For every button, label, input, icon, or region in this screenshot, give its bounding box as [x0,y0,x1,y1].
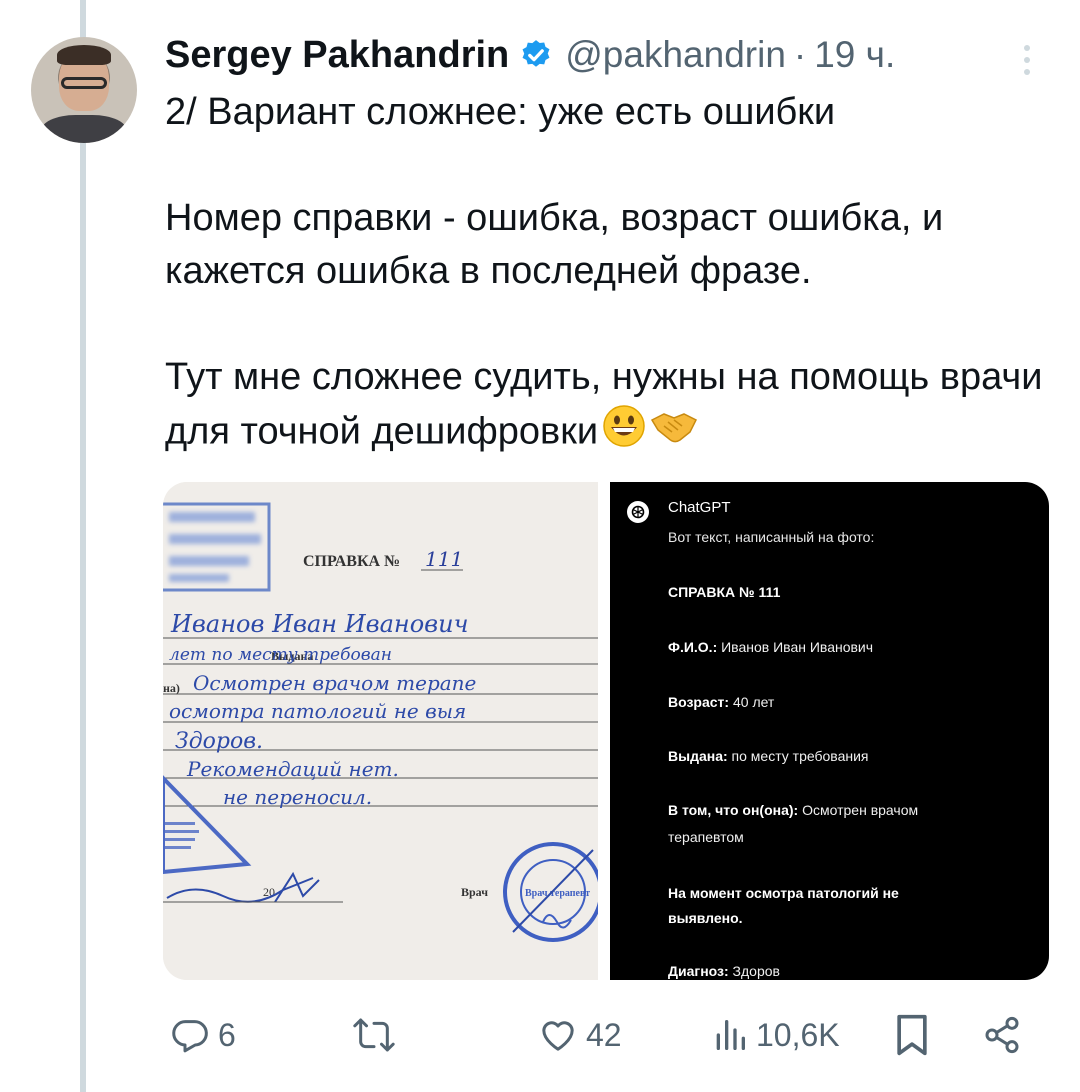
share-icon [985,1016,1019,1054]
ocr-line-5-label: В том, что он(она): [668,802,799,818]
stamp-text: Врач терапевт [525,888,590,899]
ocr-line-2-value: Иванов Иван Иванович [717,639,874,655]
bookmark-button[interactable] [893,1000,931,1070]
handshake-icon [650,406,698,461]
separator-dot: · [793,34,807,75]
bookmark-icon [897,1014,927,1056]
ocr-line-6-value: терапевтом [668,829,744,845]
handwriting-line-2: лет по месту требован [169,645,392,665]
ocr-line-4: Выдана: по месту требования [668,748,869,764]
ocr-line-4-label: Выдана: [668,748,728,764]
label-doctor: Врач [461,885,488,899]
avatar[interactable] [31,37,137,143]
handwriting-line-3: Осмотрен врачом терапе [193,671,476,695]
reply-count: 6 [218,1016,236,1053]
ocr-line-1-label: СПРАВКА № 111 [668,584,781,600]
certificate-drawing: СПРАВКА № 111 Выдана на) Иванов Иван Ива… [163,482,603,980]
heart-icon [542,1021,574,1051]
ocr-line-8-label: выявлено. [668,910,743,926]
handwritten-number: 111 [425,547,463,571]
chatgpt-app-name: ChatGPT [668,499,731,516]
tweet-header: Sergey Pakhandrin @pakhandrin · 19 ч. [165,30,895,80]
ocr-line-5-value: Осмотрен врачом [798,802,919,818]
chatgpt-intro: Вот текст, написанный на фото: [668,529,875,545]
handwriting-line-7: не переносил. [223,785,372,809]
form-title: СПРАВКА № [303,553,400,570]
ocr-line-3-value: 40 лет [729,694,775,710]
chatgpt-screenshot[interactable]: ChatGPT Вот текст, написанный на фото: С… [610,482,1049,980]
handwriting-line-5: Здоров. [175,729,263,754]
like-count: 42 [586,1016,622,1053]
handwriting-line-6: Рекомендаций нет. [186,757,399,781]
views-count: 10,6K [756,1016,840,1053]
ocr-line-4-value: по месту требования [727,748,869,764]
grinning-face-icon [602,404,646,463]
author-name[interactable]: Sergey Pakhandrin [165,34,509,77]
ocr-line-2-label: Ф.И.О.: [668,639,718,655]
action-bar: 6 42 10,6K [0,1000,1080,1070]
ocr-line-7-label: На момент осмотра патологий не [668,885,899,901]
ocr-line-6: терапевтом [668,829,744,845]
tweet-paragraph-3: Тут мне сложнее судить, нужны на помощь … [165,351,1045,463]
more-options-icon[interactable] [1020,40,1034,80]
media-container[interactable]: СПРАВКА № 111 Выдана на) Иванов Иван Ива… [163,482,1049,980]
thread-line [80,0,86,1092]
views-icon [716,1020,745,1050]
ocr-line-3-label: Возраст: [668,694,730,710]
ocr-line-9-label: Диагноз: [668,963,729,979]
avatar-glasses [61,77,107,89]
handwriting-line-1: Иванов Иван Иванович [170,610,469,638]
ocr-line-9: Диагноз: Здоров [668,963,780,979]
reply-icon [172,1020,208,1053]
handwriting-line-4: осмотра патологий не выя [169,699,466,723]
avatar-shirt [41,115,127,143]
certificate-photo[interactable]: СПРАВКА № 111 Выдана на) Иванов Иван Ива… [163,482,603,980]
label-a: на) [163,681,180,695]
ocr-line-2: Ф.И.О.: Иванов Иван Иванович [668,639,873,655]
timestamp[interactable]: 19 ч. [814,34,895,76]
ocr-line-3: Возраст: 40 лет [668,694,774,710]
tweet-paragraph-2: Номер справки - ошибка, возраст ошибка, … [165,197,944,292]
verified-badge-icon[interactable] [519,38,553,72]
retweet-button[interactable] [352,1000,404,1070]
author-handle[interactable]: @pakhandrin [565,34,786,76]
tweet-text: 2/ Вариант сложнее: уже есть ошибки Номе… [165,86,1045,463]
share-button[interactable] [982,1000,1022,1070]
ocr-line-1: СПРАВКА № 111 [668,584,780,600]
ocr-line-5: В том, что он(она): Осмотрен врачом [668,802,918,818]
openai-logo-icon [627,501,649,523]
ocr-line-7: На момент осмотра патологий не [668,885,899,901]
ocr-line-8: выявлено. [668,910,743,926]
avatar-hair [57,45,111,65]
ocr-line-9-value: Здоров [728,963,780,979]
like-button[interactable]: 42 [538,1000,622,1070]
reply-button[interactable]: 6 [170,1000,236,1070]
retweet-icon [353,1018,395,1052]
views-button[interactable]: 10,6K [712,1000,840,1070]
tweet-paragraph-1: 2/ Вариант сложнее: уже есть ошибки [165,91,836,133]
